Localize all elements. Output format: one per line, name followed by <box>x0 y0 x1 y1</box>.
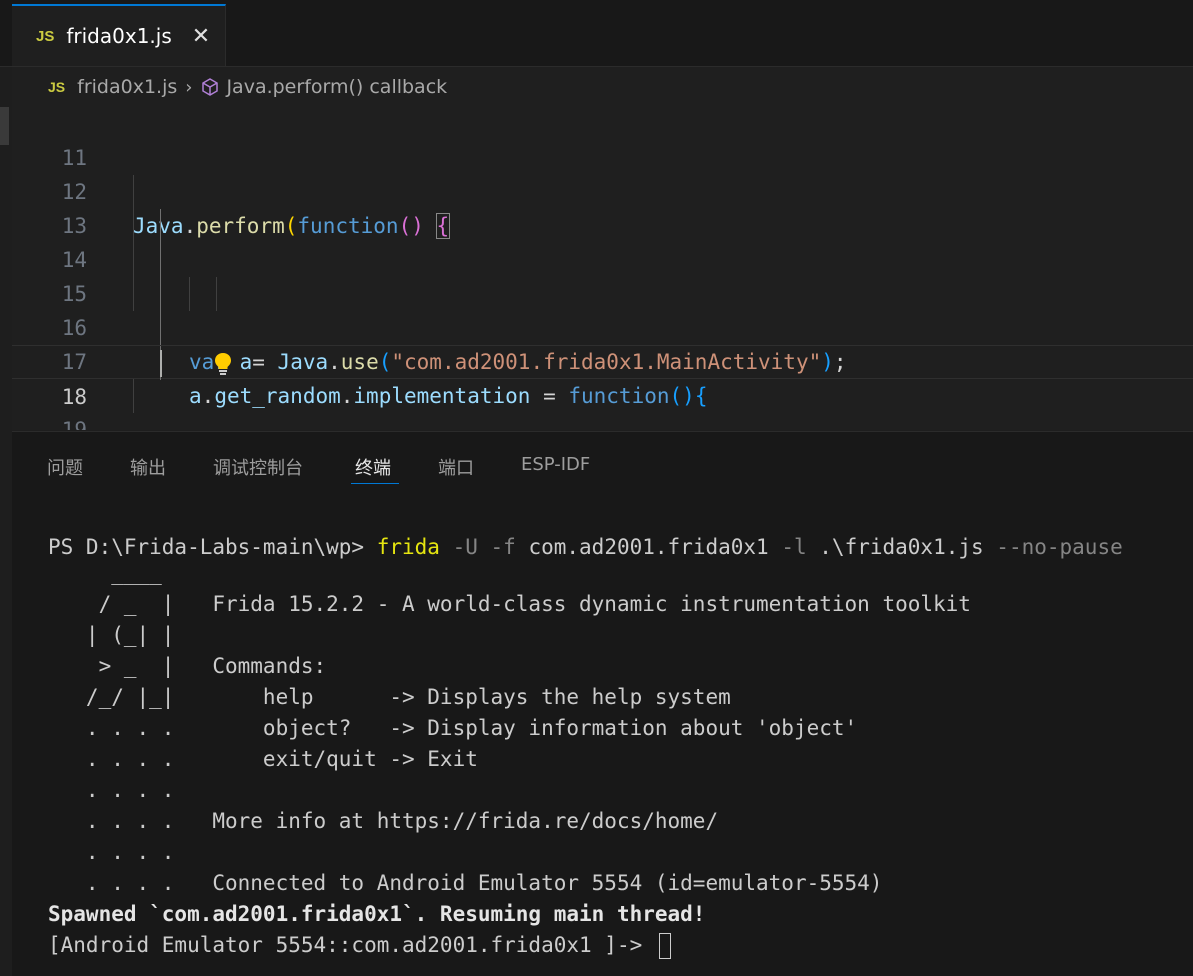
terminal-line: . . . . object? -> Display information a… <box>48 716 858 740</box>
terminal-line: > _ | Commands: <box>48 654 327 678</box>
code-line-15: 15 a.get_random.implementation = functio… <box>12 243 1193 408</box>
terminal-line: /_/ |_| help -> Displays the help system <box>48 685 731 709</box>
indent-guide-active <box>160 277 161 311</box>
tab-esp-idf[interactable]: ESP-IDF <box>521 454 590 475</box>
code-line-14: 14 var a= Java.use("com.ad2001.frida0x1.… <box>12 209 1193 374</box>
terminal-line: | (_| | <box>48 623 175 647</box>
terminal-repl-line[interactable]: [Android Emulator 5554::com.ad2001.frida… <box>48 930 671 961</box>
indent-guide <box>133 277 134 311</box>
overview-ruler-marker <box>0 107 9 145</box>
tab-ports[interactable]: 端口 <box>438 454 474 480</box>
indent-guide <box>133 175 134 209</box>
code-line-20: 20 <box>12 413 1193 430</box>
tab-output[interactable]: 输出 <box>130 454 166 480</box>
tab-terminal[interactable]: 终端 <box>355 454 391 480</box>
tab-title: frida0x1.js <box>66 24 172 48</box>
panel-tabs: 问题 输出 调试控制台 终端 端口 ESP-IDF <box>12 432 1193 492</box>
indent-guide <box>216 277 217 311</box>
indent-guide <box>133 209 134 243</box>
indent-guide <box>189 277 190 311</box>
tab-debug-console[interactable]: 调试控制台 <box>213 454 303 480</box>
terminal-line: . . . . More info at https://frida.re/do… <box>48 809 719 833</box>
terminal-cursor <box>658 933 671 959</box>
close-icon[interactable]: ✕ <box>192 24 210 49</box>
code-line-16: 16 return 1; <box>12 277 1193 340</box>
editor-tab-bar: JS frida0x1.js ✕ <box>0 0 1193 67</box>
code-line-12: 12 Java.perform(function() { <box>12 141 1193 239</box>
code-line-11: 11 <box>12 107 1193 170</box>
indent-guide <box>133 243 134 277</box>
terminal-line: . . . . <box>48 840 175 864</box>
terminal-line: ____ <box>48 561 162 585</box>
symbol-method-icon <box>200 77 220 97</box>
code-editor[interactable]: 11 12 Java.perform(function() { 13 14 va… <box>12 107 1193 430</box>
active-tab-indicator <box>351 483 399 484</box>
tab-problems[interactable]: 问题 <box>47 454 83 480</box>
terminal-line: / _ | Frida 15.2.2 - A world-class dynam… <box>48 592 971 616</box>
indent-guide-active <box>160 209 161 243</box>
bottom-panel: 问题 输出 调试控制台 终端 端口 ESP-IDF PS D:\Frida-La… <box>12 431 1193 976</box>
tab-frida0x1-js[interactable]: JS frida0x1.js ✕ <box>12 4 226 66</box>
terminal-line: . . . . Connected to Android Emulator 55… <box>48 871 883 895</box>
code-line-18: 18 <box>12 345 1193 409</box>
terminal-line: . . . . exit/quit -> Exit <box>48 747 478 771</box>
indent-guide <box>133 379 134 413</box>
javascript-file-icon: JS <box>36 27 55 45</box>
code-line-19: 19 }) <box>12 379 1193 430</box>
indent-guide-active <box>160 243 161 277</box>
breadcrumb-file[interactable]: frida0x1.js <box>77 76 177 98</box>
terminal-command-line: PS D:\Frida-Labs-main\wp> frida -U -f co… <box>48 535 1123 559</box>
code-line-13: 13 <box>12 175 1193 238</box>
breadcrumb-symbol[interactable]: Java.perform() callback <box>226 76 447 98</box>
javascript-file-icon: JS <box>48 79 66 95</box>
breadcrumb: JS frida0x1.js › Java.perform() callback <box>12 67 1193 107</box>
terminal-spawned-line: Spawned `com.ad2001.frida0x1`. Resuming … <box>48 902 706 926</box>
chevron-right-icon: › <box>185 76 193 98</box>
text-cursor <box>160 350 162 377</box>
terminal-line: . . . . <box>48 778 175 802</box>
code-line-17: 17 } <box>12 311 1193 375</box>
